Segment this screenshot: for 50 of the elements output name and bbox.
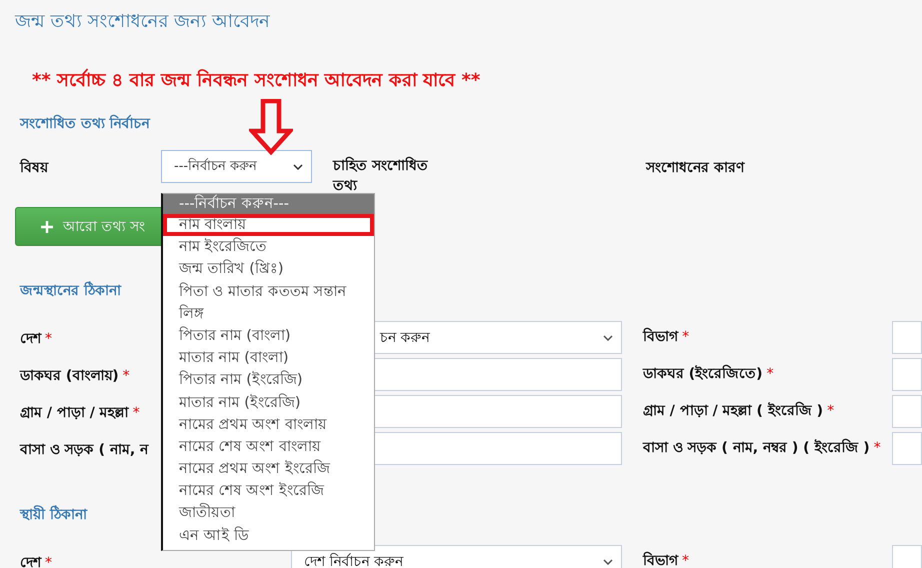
section-heading: স্থায়ী ঠিকানা bbox=[20, 507, 87, 523]
field-label: বাসা ও সড়ক ( নাম, ন bbox=[20, 442, 148, 458]
dropdown-option[interactable]: নামের শেষ অংশ ইংরেজি bbox=[163, 480, 374, 502]
dropdown-option[interactable]: নামের শেষ অংশ বাংলায় bbox=[163, 436, 374, 458]
required-mark: * bbox=[766, 366, 774, 382]
field-label: বিষয় bbox=[18, 158, 50, 178]
dropdown-option[interactable]: নামের প্রথম অংশ বাংলায় bbox=[163, 414, 374, 436]
field-label: বিভাগ bbox=[642, 553, 678, 568]
field-label: ডাকঘর (ইংরেজিতে) bbox=[642, 366, 763, 382]
dropdown-option[interactable]: ---নির্বাচন করুন--- bbox=[163, 194, 374, 214]
input-field[interactable] bbox=[892, 432, 922, 465]
down-arrow-icon bbox=[249, 99, 293, 155]
section-heading: জন্মস্থানের ঠিকানা bbox=[20, 283, 121, 299]
chevron-icon bbox=[603, 334, 614, 340]
required-mark: * bbox=[45, 331, 52, 347]
required-mark: * bbox=[45, 555, 52, 568]
field-label: দেশ bbox=[20, 555, 41, 568]
section-heading: সংশোধিত তথ্য নির্বাচন bbox=[20, 116, 150, 132]
dropdown-option[interactable]: এন আই ডি bbox=[163, 524, 374, 547]
input-field[interactable] bbox=[892, 395, 922, 428]
notice-text: ** সর্বোচ্চ ৪ বার জন্ম নিবন্ধন সংশোধন আবেদন করা যাবে ** bbox=[32, 68, 482, 92]
required-mark: * bbox=[874, 440, 881, 456]
dropdown-option[interactable]: মাতার নাম (ইংরেজি) bbox=[163, 392, 374, 414]
chevron-icon bbox=[602, 558, 613, 564]
plus-icon bbox=[40, 220, 54, 234]
field-label: গ্রাম / পাড়া / মহল্লা bbox=[20, 405, 129, 421]
dropdown-option[interactable]: পিতা ও মাতার কততম সন্তান bbox=[163, 280, 374, 303]
dropdown-option[interactable]: জাতীয়তা bbox=[163, 502, 374, 525]
dropdown-option[interactable]: জন্ম তারিখ (খ্রিঃ) bbox=[163, 258, 374, 281]
field-label: বাসা ও সড়ক ( নাম, নম্বর ) ( ইংরেজি ) bbox=[642, 440, 870, 456]
dropdown-option[interactable]: পিতার নাম (ইংরেজি) bbox=[163, 369, 374, 392]
required-mark: * bbox=[682, 329, 690, 345]
input-field[interactable] bbox=[892, 358, 922, 391]
required-mark: * bbox=[122, 368, 130, 384]
input-field[interactable] bbox=[892, 545, 922, 568]
field-label: বিভাগ bbox=[643, 329, 678, 345]
column-header: চাহিত সংশোধিত তথ্য bbox=[333, 156, 429, 196]
subject-select[interactable]: ---নির্বাচন করুন bbox=[161, 150, 312, 183]
field-label: গ্রাম / পাড়া / মহল্লা ( ইংরেজি ) bbox=[642, 403, 824, 419]
input-field[interactable] bbox=[892, 321, 922, 354]
page-title: জন্ম তথ্য সংশোধনের জন্য আবেদন bbox=[14, 10, 271, 34]
required-mark: * bbox=[682, 553, 689, 568]
column-header: সংশোধনের কারণ bbox=[646, 159, 744, 178]
required-mark: * bbox=[132, 405, 140, 421]
required-mark: * bbox=[827, 403, 834, 419]
select-field[interactable]: দেশ নির্বাচন করুন bbox=[291, 545, 622, 568]
field-label: দেশ bbox=[20, 331, 41, 347]
field-label: ডাকঘর (বাংলায়) bbox=[20, 368, 119, 384]
dropdown-option[interactable]: নামের প্রথম অংশ ইংরেজি bbox=[163, 458, 374, 480]
chevron-icon bbox=[293, 164, 303, 170]
